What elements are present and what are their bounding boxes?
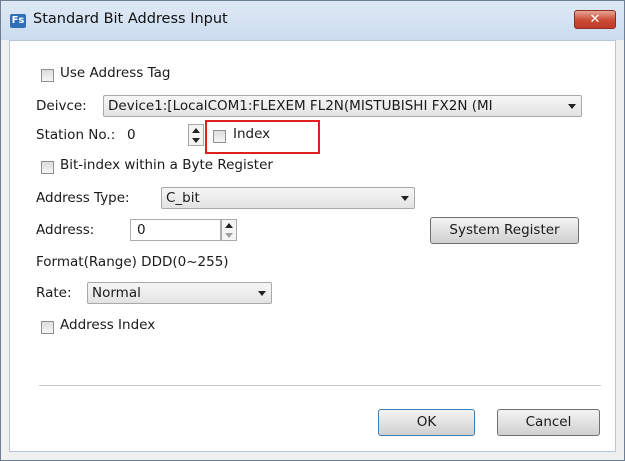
use-address-tag-checkbox[interactable]	[41, 69, 54, 82]
station-no-stepper[interactable]	[188, 124, 204, 146]
address-type-value: C_bit	[166, 190, 200, 206]
chevron-down-icon	[258, 291, 266, 296]
dialog-window: Fs Standard Bit Address Input ✕ Use Addr…	[0, 0, 625, 461]
cancel-button[interactable]: Cancel	[497, 409, 600, 436]
close-button[interactable]: ✕	[574, 10, 616, 29]
rate-value: Normal	[92, 285, 141, 301]
address-index-label: Address Index	[60, 317, 156, 333]
chevron-down-icon	[568, 104, 576, 109]
stepper-up-icon	[192, 128, 200, 133]
chevron-down-icon	[401, 196, 409, 201]
address-type-select[interactable]: C_bit	[161, 187, 415, 209]
rate-label: Rate:	[36, 285, 72, 301]
station-no-value: 0	[127, 127, 136, 143]
title-bar[interactable]: Fs Standard Bit Address Input ✕	[1, 1, 624, 40]
format-range-text: Format(Range) DDD(0~255)	[36, 254, 229, 270]
dialog-title: Standard Bit Address Input	[33, 11, 228, 27]
rate-select[interactable]: Normal	[87, 282, 272, 304]
index-checkbox[interactable]	[213, 130, 226, 143]
stepper-up-icon	[225, 223, 233, 228]
address-value: 0	[137, 222, 146, 238]
device-select-value: Device1:[LocalCOM1:FLEXEM FL2N(MISTUBISH…	[108, 98, 493, 114]
system-register-button[interactable]: System Register	[430, 217, 579, 244]
close-icon: ✕	[589, 12, 601, 27]
device-label: Deivce:	[36, 98, 87, 114]
device-select[interactable]: Device1:[LocalCOM1:FLEXEM FL2N(MISTUBISH…	[103, 95, 582, 117]
address-label: Address:	[36, 222, 95, 238]
separator-line	[39, 385, 601, 387]
station-no-input[interactable]: 0	[120, 124, 188, 146]
address-type-label: Address Type:	[36, 190, 130, 206]
address-input[interactable]: 0	[130, 219, 221, 241]
use-address-tag-label: Use Address Tag	[60, 65, 171, 81]
ok-button[interactable]: OK	[378, 409, 475, 436]
app-logo-icon: Fs	[10, 14, 26, 28]
dialog-body: Use Address Tag Deivce: Device1:[LocalCO…	[9, 40, 616, 452]
index-label: Index	[233, 126, 271, 142]
address-stepper[interactable]	[221, 219, 237, 241]
station-no-label: Station No.:	[36, 127, 116, 143]
address-index-checkbox[interactable]	[41, 321, 54, 334]
stepper-down-icon	[225, 233, 233, 238]
bit-index-label: Bit-index within a Byte Register	[60, 157, 273, 173]
bit-index-checkbox[interactable]	[41, 161, 54, 174]
stepper-down-icon	[192, 138, 200, 143]
